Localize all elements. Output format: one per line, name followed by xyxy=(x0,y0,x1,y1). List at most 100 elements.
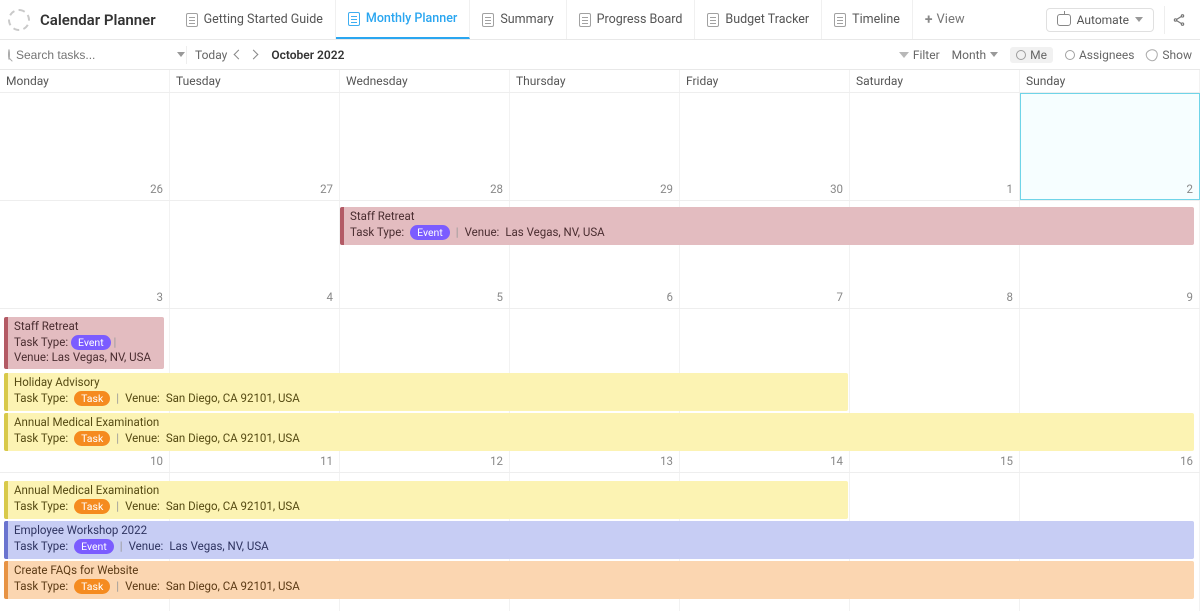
search-icon xyxy=(8,49,10,60)
assignees-button[interactable]: Assignees xyxy=(1065,48,1134,62)
venue-label: Venue: xyxy=(125,579,160,595)
event-title: Annual Medical Examination xyxy=(14,415,1188,431)
week-row: 3 4 5 6 7 8 9 Staff Retreat Task Type: E… xyxy=(0,201,1200,309)
task-type-badge: Task xyxy=(74,431,110,446)
day-cell-today[interactable]: 2 xyxy=(1020,93,1200,200)
date-number: 2 xyxy=(1187,182,1193,196)
view-tabs: Getting Started Guide Monthly Planner Su… xyxy=(174,0,977,39)
day-headers: Monday Tuesday Wednesday Thursday Friday… xyxy=(0,70,1200,93)
date-number: 10 xyxy=(150,454,163,468)
day-cell[interactable]: 28 xyxy=(340,93,510,200)
automate-button[interactable]: Automate xyxy=(1046,8,1154,32)
me-label: Me xyxy=(1030,48,1047,62)
venue-value: San Diego, CA 92101, USA xyxy=(166,431,300,447)
tab-monthly-planner[interactable]: Monthly Planner xyxy=(336,0,470,39)
day-cell[interactable]: 26 xyxy=(0,93,170,200)
calendar: Monday Tuesday Wednesday Thursday Friday… xyxy=(0,70,1200,611)
date-number: 15 xyxy=(1000,454,1013,468)
date-number: 28 xyxy=(490,182,503,196)
task-type-label: Task Type: xyxy=(14,391,68,407)
day-cell[interactable]: 4 xyxy=(170,201,340,308)
eye-icon xyxy=(1144,46,1161,63)
event-bar-employee-workshop[interactable]: Employee Workshop 2022 Task Type: Event … xyxy=(4,521,1194,559)
venue-value: San Diego, CA 92101, USA xyxy=(166,499,300,515)
app-title: Calendar Planner xyxy=(40,11,156,29)
task-type-label: Task Type: xyxy=(14,431,68,447)
tab-summary[interactable]: Summary xyxy=(470,0,566,39)
doc-icon xyxy=(834,13,846,27)
venue-label: Venue: xyxy=(129,539,164,555)
day-cell[interactable]: 29 xyxy=(510,93,680,200)
venue-label: Venue: xyxy=(14,350,49,364)
event-bar-annual-medical-cont[interactable]: Annual Medical Examination Task Type: Ta… xyxy=(4,481,848,519)
search-input[interactable] xyxy=(16,48,171,62)
today-button[interactable]: Today xyxy=(195,48,227,62)
date-number: 11 xyxy=(320,454,333,468)
tab-label: Timeline xyxy=(852,12,900,27)
search-dropdown-icon[interactable] xyxy=(177,52,185,57)
day-cell[interactable]: 1 xyxy=(850,93,1020,200)
date-number: 13 xyxy=(660,454,673,468)
venue-label: Venue: xyxy=(125,499,160,515)
next-month-button[interactable] xyxy=(249,50,259,60)
event-bar-staff-retreat[interactable]: Staff Retreat Task Type: Event | Venue: … xyxy=(340,207,1194,245)
share-icon[interactable] xyxy=(1164,6,1192,34)
app-icon xyxy=(8,9,30,31)
event-bar-staff-retreat-cont[interactable]: Staff Retreat Task Type: Event | Venue: … xyxy=(4,317,164,369)
event-title: Staff Retreat xyxy=(14,319,158,335)
task-type-badge: Event xyxy=(74,539,114,554)
week-row: 26 27 28 29 30 1 2 xyxy=(0,93,1200,201)
me-toggle[interactable]: Me xyxy=(1010,47,1053,63)
day-header: Sunday xyxy=(1020,70,1200,92)
show-button[interactable]: Show xyxy=(1146,48,1192,62)
granularity-menu[interactable]: Month xyxy=(952,48,998,62)
event-bar-create-faqs[interactable]: Create FAQs for Website Task Type: Task … xyxy=(4,561,1194,599)
day-header: Tuesday xyxy=(170,70,340,92)
doc-icon xyxy=(348,12,360,26)
search-wrap xyxy=(8,48,178,62)
task-type-label: Task Type: xyxy=(14,539,68,555)
day-cell[interactable]: 3 xyxy=(0,201,170,308)
tab-budget-tracker[interactable]: Budget Tracker xyxy=(695,0,822,39)
doc-icon xyxy=(579,13,591,27)
tab-progress-board[interactable]: Progress Board xyxy=(567,0,696,39)
date-number: 6 xyxy=(667,290,673,304)
task-type-label: Task Type: xyxy=(14,335,68,349)
venue-value: Las Vegas, NV, USA xyxy=(52,350,151,364)
event-bar-holiday-advisory[interactable]: Holiday Advisory Task Type: Task | Venue… xyxy=(4,373,848,411)
weeks: 26 27 28 29 30 1 2 3 4 5 6 7 8 9 xyxy=(0,93,1200,611)
tab-label: Budget Tracker xyxy=(725,12,809,27)
event-title: Employee Workshop 2022 xyxy=(14,523,1188,539)
tab-label: Getting Started Guide xyxy=(204,12,323,27)
add-view-button[interactable]: + View xyxy=(913,0,977,39)
prev-month-button[interactable] xyxy=(234,50,244,60)
event-bar-annual-medical[interactable]: Annual Medical Examination Task Type: Ta… xyxy=(4,413,1194,451)
separator: | xyxy=(116,431,119,447)
tab-timeline[interactable]: Timeline xyxy=(822,0,913,39)
date-number: 29 xyxy=(660,182,673,196)
tab-label: Monthly Planner xyxy=(366,11,457,26)
date-number: 8 xyxy=(1007,290,1013,304)
date-number: 1 xyxy=(1007,182,1013,196)
week-row: 17 18 19 20 21 22 23 Annual Medical Exam… xyxy=(0,473,1200,611)
date-number: 14 xyxy=(830,454,843,468)
date-number: 5 xyxy=(497,290,503,304)
event-title: Holiday Advisory xyxy=(14,375,842,391)
subbar-right: Filter Month Me Assignees Show xyxy=(899,47,1192,63)
filter-icon xyxy=(899,52,909,58)
filter-button[interactable]: Filter xyxy=(899,48,940,62)
day-cell[interactable]: 30 xyxy=(680,93,850,200)
automate-label: Automate xyxy=(1077,13,1129,27)
day-cell[interactable]: 27 xyxy=(170,93,340,200)
task-type-badge: Task xyxy=(74,579,110,594)
event-title: Staff Retreat xyxy=(350,209,1188,225)
day-header: Friday xyxy=(680,70,850,92)
doc-icon xyxy=(707,13,719,27)
separator: | xyxy=(120,539,123,555)
tab-label: Summary xyxy=(500,12,553,27)
plus-icon: + xyxy=(925,13,933,27)
tab-getting-started[interactable]: Getting Started Guide xyxy=(174,0,336,39)
event-title: Annual Medical Examination xyxy=(14,483,842,499)
venue-value: San Diego, CA 92101, USA xyxy=(166,391,300,407)
day-header: Wednesday xyxy=(340,70,510,92)
